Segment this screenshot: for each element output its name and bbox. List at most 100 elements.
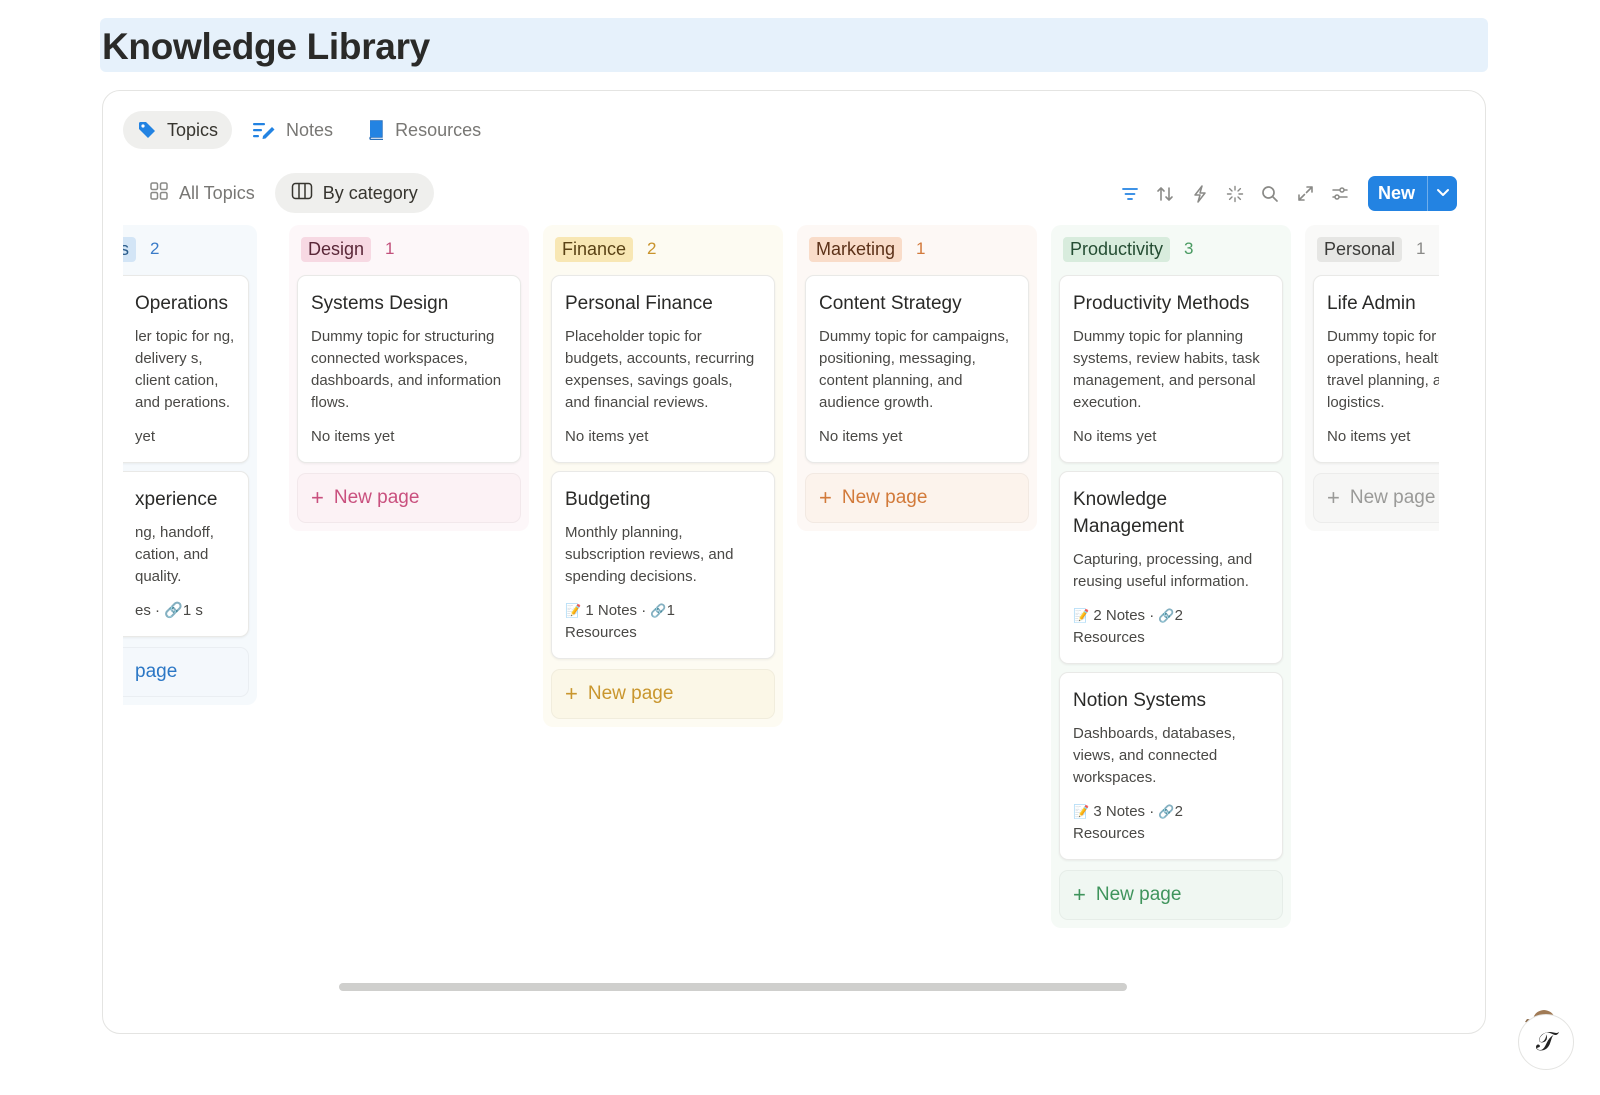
column-count: 3 [1184,239,1194,258]
board-columns[interactable]: s 2 Operations ler topic for ng, deliver… [123,225,1439,965]
card-title: Systems Design [311,293,449,314]
resources-count: 1 [666,602,675,619]
column-count: 2 [647,239,657,258]
card-meta: 📝 1 Notes · 🔗1 Resources [565,600,761,644]
topic-card[interactable]: Systems Design Dummy topic for structuri… [297,275,521,463]
notes-count: 3 Notes [1093,803,1146,820]
topic-card[interactable]: Knowledge Management Capturing, processi… [1059,471,1283,664]
card-description: Monthly planning, subscription reviews, … [565,524,734,585]
new-page-button[interactable]: + New page [805,473,1029,523]
column-header[interactable]: Design 1 [297,231,521,267]
column-count: 1 [385,239,395,258]
card-description: Dummy topic for planning systems, review… [1073,328,1260,411]
view-by-category[interactable]: By category [274,173,434,213]
new-page-button[interactable]: page [123,647,249,697]
board-column: Marketing 1 Content Strategy Dummy topic… [797,225,1037,531]
filter-icon[interactable] [1113,177,1148,211]
horizontal-scrollbar[interactable] [339,983,1127,991]
tab-label: Topics [167,119,219,140]
card-meta: No items yet [311,428,395,445]
card-description: ler topic for ng, delivery s, client cat… [135,328,235,411]
column-header[interactable]: s 2 [123,231,249,267]
new-button[interactable]: New [1368,176,1427,211]
card-description: Dummy topic for household operations, he… [1327,328,1439,411]
topic-card[interactable]: Operations ler topic for ng, delivery s,… [123,275,249,463]
column-tag: Personal [1317,236,1403,262]
assistant-face-icon: 𝒯 [1536,1026,1556,1057]
card-description: Dummy topic for structuring connected wo… [311,328,502,411]
resources-count: 2 [1174,803,1183,820]
memo-icon: 📝 [1073,804,1090,819]
notes-count: 1 Notes [585,602,638,619]
tab-topics[interactable]: Topics [123,111,233,149]
plus-icon: + [1327,485,1340,510]
card-meta: No items yet [565,428,649,445]
notes-icon [252,121,276,139]
new-page-button[interactable]: + New page [297,473,521,523]
column-header[interactable]: Finance 2 [551,231,775,267]
book-icon [367,120,385,140]
column-header[interactable]: Productivity 3 [1059,231,1283,267]
card-meta: yet [135,428,156,445]
new-page-label: New page [1349,487,1436,508]
card-meta: es · 🔗1 s [135,602,203,619]
column-tag: Marketing [809,236,903,262]
card-title: Productivity Methods [1073,293,1250,314]
search-icon[interactable] [1253,177,1288,211]
board-column: s 2 Operations ler topic for ng, deliver… [123,225,257,705]
database-tabs: Topics Notes Resources [123,111,495,149]
board-column: Productivity 3 Productivity Methods Dumm… [1051,225,1291,928]
plus-icon: + [1073,882,1086,907]
scrollbar-thumb[interactable] [339,983,1127,991]
chevron-down-icon [1436,185,1450,203]
card-title: xperience [135,489,218,510]
new-page-button[interactable]: + New page [551,669,775,719]
resources-count: 2 [1174,607,1183,624]
sort-icon[interactable] [1148,177,1183,211]
card-description: Dashboards, databases, views, and connec… [1073,725,1236,786]
plus-icon: + [819,485,832,510]
assistant-avatar[interactable]: 𝒯 [1518,1014,1574,1070]
new-options-button[interactable] [1427,176,1457,211]
topic-card[interactable]: Life Admin Dummy topic for household ope… [1313,275,1439,463]
ai-sparkle-icon[interactable] [1218,177,1253,211]
expand-icon[interactable] [1288,177,1323,211]
new-page-button[interactable]: + New page [1313,473,1439,523]
card-title: Notion Systems [1073,690,1207,711]
column-tag: Finance [555,236,634,262]
card-title: Content Strategy [819,293,962,314]
link-icon: 🔗 [650,603,667,618]
automation-icon[interactable] [1183,177,1218,211]
tab-resources[interactable]: Resources [353,111,495,149]
tag-icon [137,120,157,140]
grid-icon [149,181,169,206]
resources-label: Resources [1073,629,1145,646]
new-button-group: New [1367,176,1457,211]
card-description: Capturing, processing, and reusing usefu… [1073,551,1253,590]
new-page-button[interactable]: + New page [1059,870,1283,920]
column-header[interactable]: Marketing 1 [805,231,1029,267]
card-title: Life Admin [1327,293,1416,314]
tab-label: Resources [395,119,482,140]
page-title[interactable]: Knowledge Library [102,26,430,68]
view-label: By category [322,182,418,203]
column-count: 1 [916,239,926,258]
plus-icon: + [565,681,578,706]
resources-label: Resources [1073,825,1145,842]
title-banner: Knowledge Library [100,18,1488,72]
topic-card[interactable]: Notion Systems Dashboards, databases, vi… [1059,672,1283,860]
topic-card[interactable]: Budgeting Monthly planning, subscription… [551,471,775,659]
settings-icon[interactable] [1323,177,1358,211]
card-title: Operations [135,293,228,314]
card-meta: 📝 3 Notes · 🔗2 Resources [1073,801,1269,845]
view-all-topics[interactable]: All Topics [133,173,271,213]
topic-card[interactable]: Personal Finance Placeholder topic for b… [551,275,775,463]
card-description: Dummy topic for campaigns, positioning, … [819,328,1010,411]
card-meta: No items yet [1073,428,1157,445]
topic-card[interactable]: Content Strategy Dummy topic for campaig… [805,275,1029,463]
topic-card[interactable]: xperience ng, handoff, cation, and quali… [123,471,249,637]
column-header[interactable]: Personal 1 [1313,231,1439,267]
tab-notes[interactable]: Notes [238,111,347,149]
memo-icon: 📝 [565,603,582,618]
topic-card[interactable]: Productivity Methods Dummy topic for pla… [1059,275,1283,463]
